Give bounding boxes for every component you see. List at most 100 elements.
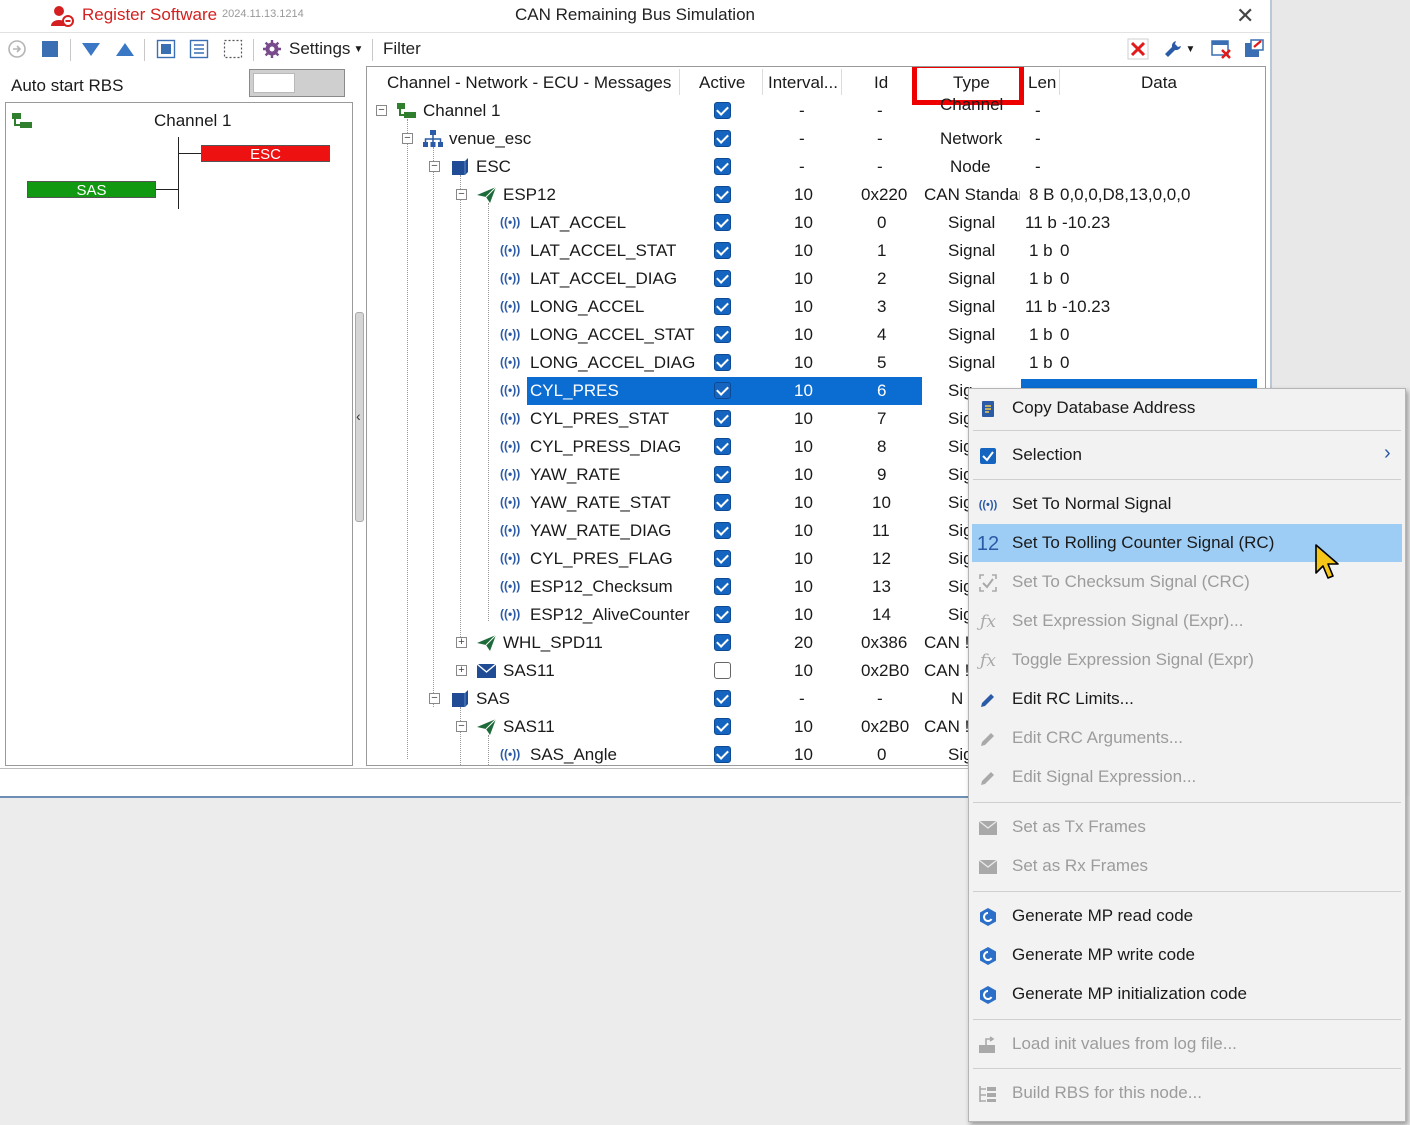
register-software-link[interactable]: Register Software bbox=[82, 5, 217, 25]
active-checkbox[interactable] bbox=[714, 634, 731, 651]
menu-item-set-normal-signal[interactable]: ((•)) Set To Normal Signal bbox=[972, 485, 1402, 523]
active-checkbox[interactable] bbox=[714, 354, 731, 371]
active-checkbox[interactable] bbox=[714, 214, 731, 231]
menu-item-edit-rc-limits[interactable]: Edit RC Limits... bbox=[972, 680, 1402, 718]
column-header-data[interactable]: Data bbox=[1141, 73, 1177, 93]
stop-button[interactable] bbox=[38, 37, 62, 61]
settings-label: Settings bbox=[289, 39, 351, 58]
ecu-sas-node[interactable]: SAS bbox=[27, 181, 156, 199]
column-header-interval[interactable]: Interval... bbox=[768, 73, 838, 93]
tree-row-network[interactable]: − venue_esc - - Network - bbox=[367, 125, 1265, 153]
menu-item-generate-init-code[interactable]: Generate MP initialization code bbox=[972, 975, 1402, 1013]
menu-item-set-expression[interactable]: ƒx Set Expression Signal (Expr)... bbox=[972, 602, 1402, 640]
tree-row-message[interactable]: − ESP12 10 0x220 CAN Standar 8 B 0,0,0,D… bbox=[367, 181, 1265, 209]
tree-row-signal[interactable]: ((•)) LONG_ACCEL 10 3 Signal 11 b -10.23 bbox=[367, 293, 1265, 321]
active-checkbox[interactable] bbox=[714, 130, 731, 147]
move-down-button[interactable] bbox=[78, 37, 104, 61]
menu-item-toggle-expression[interactable]: ƒx Toggle Expression Signal (Expr) bbox=[972, 641, 1402, 679]
collapse-icon[interactable]: − bbox=[456, 189, 467, 200]
toolbar-separator bbox=[372, 39, 373, 61]
row-id: 12 bbox=[872, 549, 891, 568]
column-divider[interactable] bbox=[841, 69, 842, 95]
active-checkbox[interactable] bbox=[714, 718, 731, 735]
menu-item-copy-database-address[interactable]: Copy Database Address bbox=[972, 389, 1402, 427]
menu-item-set-rx-frames[interactable]: Set as Rx Frames bbox=[972, 847, 1402, 885]
tree-row-signal[interactable]: ((•)) LAT_ACCEL 10 0 Signal 11 b -10.23 bbox=[367, 209, 1265, 237]
menu-item-set-tx-frames[interactable]: Set as Tx Frames bbox=[972, 808, 1402, 846]
tree-row-signal[interactable]: ((•)) LAT_ACCEL_DIAG 10 2 Signal 1 b 0 bbox=[367, 265, 1265, 293]
active-checkbox[interactable] bbox=[714, 606, 731, 623]
column-divider[interactable] bbox=[762, 69, 763, 95]
row-interval: 10 bbox=[794, 409, 813, 428]
active-checkbox[interactable] bbox=[714, 158, 731, 175]
move-up-button[interactable] bbox=[112, 37, 138, 61]
wrench-icon bbox=[1164, 41, 1181, 57]
expand-icon[interactable]: + bbox=[456, 637, 467, 648]
collapse-icon[interactable]: − bbox=[429, 161, 440, 172]
active-checkbox[interactable] bbox=[714, 522, 731, 539]
active-checkbox[interactable] bbox=[714, 242, 731, 259]
active-checkbox[interactable] bbox=[714, 102, 731, 119]
column-divider[interactable] bbox=[679, 69, 680, 95]
active-checkbox[interactable] bbox=[714, 326, 731, 343]
row-name: ESP12_AliveCounter bbox=[530, 605, 690, 624]
tree-row-node[interactable]: − ESC - - Node - bbox=[367, 153, 1265, 181]
menu-item-load-init-values[interactable]: Load init values from log file... bbox=[972, 1025, 1402, 1063]
chevron-left-icon[interactable]: ‹ bbox=[356, 408, 361, 424]
window-title: CAN Remaining Bus Simulation bbox=[515, 5, 755, 24]
tree-row-signal[interactable]: ((•)) LONG_ACCEL_STAT 10 4 Signal 1 b 0 bbox=[367, 321, 1265, 349]
expand-icon[interactable]: + bbox=[456, 665, 467, 676]
ecu-esc-node[interactable]: ESC bbox=[201, 145, 330, 163]
menu-separator bbox=[973, 479, 1401, 480]
window-export-icon bbox=[1245, 39, 1264, 57]
active-checkbox[interactable] bbox=[714, 438, 731, 455]
settings-menu-button[interactable]: Settings ▼ bbox=[262, 37, 364, 61]
active-checkbox[interactable] bbox=[714, 690, 731, 707]
menu-item-build-rbs[interactable]: Build RBS for this node... bbox=[972, 1074, 1402, 1112]
filter-label[interactable]: Filter bbox=[383, 39, 421, 59]
active-checkbox[interactable] bbox=[714, 494, 731, 511]
active-checkbox[interactable] bbox=[714, 186, 731, 203]
tools-menu-button[interactable]: ▼ bbox=[1160, 37, 1198, 61]
active-checkbox[interactable] bbox=[714, 466, 731, 483]
menu-item-edit-crc-arguments[interactable]: Edit CRC Arguments... bbox=[972, 719, 1402, 757]
collapse-icon[interactable]: − bbox=[429, 693, 440, 704]
active-checkbox[interactable] bbox=[714, 662, 731, 679]
cube-icon bbox=[977, 906, 999, 928]
clear-filter-button[interactable] bbox=[1126, 37, 1150, 61]
active-checkbox[interactable] bbox=[714, 298, 731, 315]
window-delete-button[interactable] bbox=[1209, 37, 1233, 61]
start-button[interactable] bbox=[6, 37, 28, 61]
copy-address-icon bbox=[977, 398, 999, 420]
row-id: 3 bbox=[877, 297, 887, 316]
collapse-icon[interactable]: − bbox=[456, 721, 467, 732]
active-checkbox[interactable] bbox=[714, 410, 731, 427]
column-header-id[interactable]: Id bbox=[874, 73, 888, 93]
menu-item-generate-write-code[interactable]: Generate MP write code bbox=[972, 936, 1402, 974]
menu-item-generate-read-code[interactable]: Generate MP read code bbox=[972, 897, 1402, 935]
collapse-icon[interactable]: − bbox=[376, 105, 387, 116]
select-none-button[interactable] bbox=[221, 37, 245, 61]
menu-item-edit-signal-expression[interactable]: Edit Signal Expression... bbox=[972, 758, 1402, 796]
select-all-button[interactable] bbox=[154, 37, 178, 61]
active-checkbox[interactable] bbox=[714, 746, 731, 763]
active-checkbox[interactable] bbox=[714, 578, 731, 595]
menu-item-selection[interactable]: Selection › bbox=[972, 436, 1402, 474]
tree-row-signal[interactable]: ((•)) LONG_ACCEL_DIAG 10 5 Signal 1 b 0 bbox=[367, 349, 1265, 377]
column-header-active[interactable]: Active bbox=[699, 73, 745, 93]
column-header-len[interactable]: Len bbox=[1028, 73, 1056, 93]
register-user-icon[interactable] bbox=[50, 4, 74, 28]
active-checkbox[interactable] bbox=[714, 550, 731, 567]
tree-row-channel[interactable]: − Channel 1 - - Channel - bbox=[367, 95, 1265, 125]
column-header-tree[interactable]: Channel - Network - ECU - Messages bbox=[387, 73, 671, 93]
collapse-icon[interactable]: − bbox=[402, 133, 413, 144]
close-button[interactable]: ✕ bbox=[1236, 3, 1254, 29]
autostart-toggle[interactable] bbox=[249, 69, 345, 97]
column-divider[interactable] bbox=[1059, 69, 1060, 95]
active-checkbox[interactable] bbox=[714, 270, 731, 287]
select-list-button[interactable] bbox=[187, 37, 211, 61]
window-export-button[interactable] bbox=[1242, 37, 1266, 61]
active-checkbox[interactable] bbox=[714, 382, 731, 399]
tree-row-signal[interactable]: ((•)) LAT_ACCEL_STAT 10 1 Signal 1 b 0 bbox=[367, 237, 1265, 265]
row-len: 8 B bbox=[1029, 185, 1055, 204]
